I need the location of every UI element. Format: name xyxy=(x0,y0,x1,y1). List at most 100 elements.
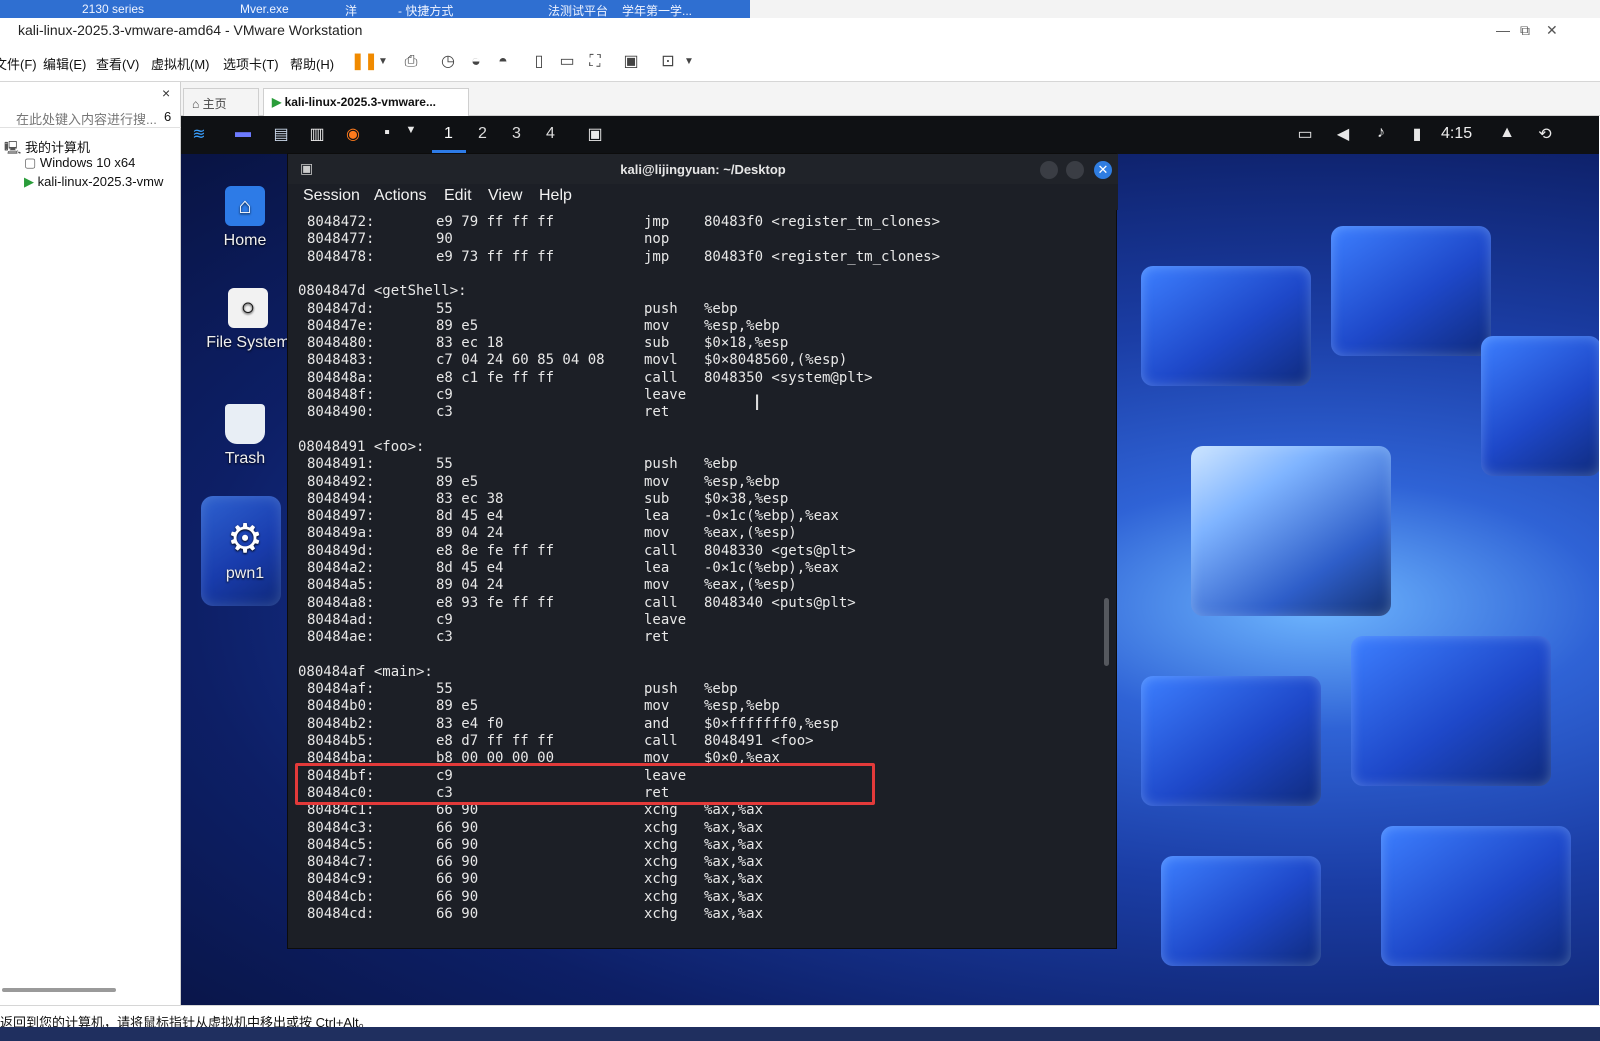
disasm-operands: %eax,(%esp) xyxy=(704,525,797,542)
restore-button[interactable]: ⧉ xyxy=(1520,22,1530,39)
search-count: 6 xyxy=(164,109,172,124)
disasm-line: 80484cb: 66 90 xchg %ax,%ax xyxy=(288,889,1118,906)
disasm-opcode: and xyxy=(644,715,670,732)
close-terminal-button[interactable]: ✕ xyxy=(1094,161,1112,179)
pause-icon[interactable]: ❚❚ xyxy=(351,51,378,73)
menu-view[interactable]: 查看(V) xyxy=(96,54,139,73)
minimize-terminal-button[interactable] xyxy=(1040,161,1058,179)
workspace-4[interactable]: 4 xyxy=(546,125,555,143)
tree-item-vm[interactable]: ▶ kali-linux-2025.3-vmw xyxy=(24,174,163,190)
chevron-down-icon[interactable]: ▼ xyxy=(399,124,423,136)
workspace-2[interactable]: 2 xyxy=(478,125,487,143)
chevron-down-icon[interactable]: ▼ xyxy=(678,51,700,73)
sidebar-toggle-icon[interactable]: ▯ xyxy=(528,51,550,73)
library-sidebar: × 在此处键入内容进行搜... 6 🖳 我的计算机 ▢ Windows 10 x… xyxy=(0,82,181,1005)
desktop-icon-trash[interactable]: Trash xyxy=(203,404,287,468)
menu-help[interactable]: 帮助(H) xyxy=(290,54,334,73)
disasm-address: 80484a5: xyxy=(307,577,375,594)
disassembly-output[interactable]: 8048472: e9 79 ff ff ff jmp 80483f0 <regist… xyxy=(288,214,1118,944)
desktop-icon-filesystem[interactable]: ○ File System xyxy=(203,288,293,352)
display-icon[interactable]: ▭ xyxy=(1293,124,1317,144)
revert-snapshot-icon[interactable]: ◒ xyxy=(465,51,487,73)
drive-icon: ○ xyxy=(228,288,268,328)
vm-screen[interactable]: ≋ ▬ ▤ ▥ ◉ ▪ ▼ 1 2 3 4 ▣ ▭ ◀ ♪ ▮ 4:15 ▲ ⟲… xyxy=(181,116,1599,1005)
terminal-window-icon[interactable]: ▣ xyxy=(583,124,607,144)
disasm-line: 80484ae: c3 ret xyxy=(288,629,1118,646)
host-strip-item[interactable]: - 快捷方式 xyxy=(398,2,453,18)
host-strip-item[interactable]: 法测试平台 xyxy=(548,2,608,18)
notification-bell-icon[interactable]: ♪ xyxy=(1369,124,1393,142)
file-manager-icon[interactable]: ▤ xyxy=(269,124,293,144)
terminal-menu-actions[interactable]: Actions xyxy=(374,187,426,205)
disasm-address: 80484ae: xyxy=(307,629,375,646)
terminal-launcher-icon[interactable]: ▪ xyxy=(375,124,399,142)
disasm-opcode: xchg xyxy=(644,871,678,888)
disasm-operands: $0×38,%esp xyxy=(704,490,789,507)
lock-icon[interactable]: ▲ xyxy=(1495,124,1519,142)
thumbnail-icon[interactable]: ▭ xyxy=(556,51,578,73)
sidebar-scrollbar[interactable] xyxy=(2,988,116,992)
workspace-1[interactable]: 1 xyxy=(444,125,453,143)
terminal-menu-session[interactable]: Session xyxy=(303,187,360,205)
menu-edit[interactable]: 编辑(E) xyxy=(43,54,86,73)
disasm-address: 8048472: xyxy=(307,214,375,230)
disasm-opcode: movl xyxy=(644,352,678,369)
function-label-line: 0804847d <getShell>: xyxy=(288,283,1118,300)
disasm-bytes: e8 93 fe ff ff xyxy=(436,594,555,611)
close-library-button[interactable]: × xyxy=(162,85,170,101)
terminal-window[interactable]: ▣ kali@lijingyuan: ~/Desktop ✕ Session A… xyxy=(287,153,1118,949)
minimize-button[interactable]: — xyxy=(1496,22,1510,38)
terminal-menu-view[interactable]: View xyxy=(488,187,522,205)
volume-icon[interactable]: ◀ xyxy=(1331,124,1355,144)
wallpaper-cube xyxy=(1351,636,1551,786)
stretch-view-icon[interactable]: ⊡ xyxy=(657,51,679,73)
battery-icon[interactable]: ▮ xyxy=(1405,124,1429,144)
disasm-opcode: sub xyxy=(644,335,670,352)
power-icon[interactable]: ⟲ xyxy=(1533,124,1557,144)
disasm-operands: $0×18,%esp xyxy=(704,335,789,352)
library-search[interactable]: 在此处键入内容进行搜... 6 xyxy=(0,106,181,128)
home-icon: ⌂ xyxy=(192,97,200,111)
maximize-terminal-button[interactable] xyxy=(1066,161,1084,179)
disasm-opcode: jmp xyxy=(644,248,670,265)
host-strip-item[interactable]: 学年第一学... xyxy=(622,2,692,18)
panel-clock[interactable]: 4:15 xyxy=(1441,125,1472,143)
close-window-button[interactable]: ✕ xyxy=(1546,22,1558,39)
kali-menu-icon[interactable]: ≋ xyxy=(187,124,211,144)
terminal-scrollbar[interactable] xyxy=(1104,598,1109,666)
search-input[interactable]: 在此处键入内容进行搜... xyxy=(16,109,157,128)
terminal-menu-help[interactable]: Help xyxy=(539,187,572,205)
disasm-address: 80484cb: xyxy=(307,888,375,905)
window-title: kali-linux-2025.3-vmware-amd64 - VMware … xyxy=(18,22,363,38)
snapshot-manager-icon[interactable]: ◓ xyxy=(492,51,514,73)
menu-tabs[interactable]: 选项卡(T) xyxy=(223,54,279,73)
show-desktop-icon[interactable]: ▬ xyxy=(231,124,255,142)
text-editor-icon[interactable]: ▥ xyxy=(305,124,329,144)
vm-running-icon: ▶ xyxy=(24,174,34,189)
snapshot-icon[interactable]: ◷ xyxy=(437,51,459,73)
disasm-line: 8048494: 83 ec 38 sub $0×38,%esp xyxy=(288,491,1118,508)
disasm-opcode: mov xyxy=(644,525,670,542)
tab-label: 主页 xyxy=(202,97,227,111)
host-strip-item[interactable]: Mver.exe xyxy=(240,2,289,16)
menu-vm[interactable]: 虚拟机(M) xyxy=(151,54,210,73)
host-strip-item[interactable]: 2130 series xyxy=(82,2,144,16)
disasm-operands: %ax,%ax xyxy=(704,819,764,836)
firefox-icon[interactable]: ◉ xyxy=(341,124,365,144)
host-strip-item[interactable]: 洋 xyxy=(345,2,357,18)
terminal-menu-edit[interactable]: Edit xyxy=(444,187,472,205)
chevron-down-icon[interactable]: ▼ xyxy=(372,51,394,73)
tab-home[interactable]: ⌂ 主页 xyxy=(183,88,259,116)
disasm-bytes: 66 90 xyxy=(436,888,479,905)
workspace-3[interactable]: 3 xyxy=(512,125,521,143)
tab-kali-vm[interactable]: ▶ kali-linux-2025.3-vmware... xyxy=(263,88,469,116)
terminal-titlebar[interactable]: ▣ kali@lijingyuan: ~/Desktop ✕ xyxy=(288,154,1118,184)
desktop-icon-pwn1[interactable]: ⚙ pwn1 xyxy=(203,519,287,583)
fullscreen-icon[interactable]: ⛶ xyxy=(584,51,606,73)
console-icon[interactable]: ▣ xyxy=(620,51,642,73)
send-keys-icon[interactable]: ⎙ xyxy=(400,51,422,73)
tree-item-vm[interactable]: ▢ Windows 10 x64 xyxy=(24,155,135,171)
menu-file[interactable]: 文件(F) xyxy=(0,54,37,73)
disasm-bytes: 90 xyxy=(436,231,453,248)
desktop-icon-home[interactable]: ⌂ Home xyxy=(203,186,287,250)
